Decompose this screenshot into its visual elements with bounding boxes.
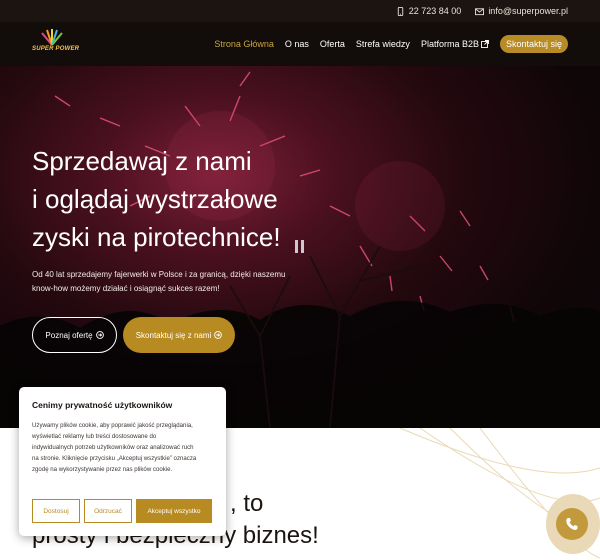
hero-lead-line-2: know-how możemy działać i osiągnąć sukce… xyxy=(32,284,220,293)
phone-number: 22 723 84 00 xyxy=(408,6,462,16)
external-link-icon xyxy=(481,40,489,48)
arrow-circle-icon xyxy=(214,331,223,339)
nav-item-knowledge[interactable]: Strefa wiedzy xyxy=(356,39,410,49)
cookie-title: Cenimy prywatność użytkowników xyxy=(32,400,173,410)
offer-button[interactable]: Poznaj ofertę xyxy=(32,317,117,353)
hero-title-line-1: Sprzedawaj z nami xyxy=(32,146,252,176)
envelope-icon xyxy=(475,7,485,15)
phone-handset-icon xyxy=(566,518,578,530)
firework-logo-icon xyxy=(41,29,63,45)
hero-title-line-2: i oglądaj wystrzałowe xyxy=(32,184,278,214)
cookie-text-line-4: na stronie. Kliknięcie przycisku „Akcept… xyxy=(32,455,197,462)
hero-title: Sprzedawaj z nami i oglądaj wystrzałowe … xyxy=(32,142,281,256)
top-contact-bar: 22 723 84 00 info@superpower.pl xyxy=(0,0,600,22)
hero-contact-button-label: Skontaktuj się z nami xyxy=(135,330,212,340)
email-link[interactable]: info@superpower.pl xyxy=(475,6,568,16)
nav-contact-button[interactable]: Skontaktuj się xyxy=(499,35,568,53)
hero-title-line-3: zyski na pirotechnice! xyxy=(32,222,281,252)
video-pause-button[interactable] xyxy=(295,240,305,254)
cookie-text-line-1: Używamy plików cookie, aby poprawić jako… xyxy=(32,422,193,429)
call-button-circle xyxy=(556,508,588,540)
nav-menu: Strona Główna O nas Oferta Strefa wiedzy… xyxy=(214,35,568,53)
hero-contact-button[interactable]: Skontaktuj się z nami xyxy=(123,317,235,353)
cookie-text-line-5: zgodę na wykorzystywanie przez nas plikó… xyxy=(32,466,173,473)
cookie-customize-button[interactable]: Dostosuj xyxy=(32,499,80,523)
cookie-consent-dialog: Cenimy prywatność użytkowników Używamy p… xyxy=(19,387,226,536)
nav-item-about[interactable]: O nas xyxy=(285,39,309,49)
hero-lead-line-1: Od 40 lat sprzedajemy fajerwerki w Polsc… xyxy=(32,270,286,279)
call-button[interactable] xyxy=(546,494,600,554)
email-address: info@superpower.pl xyxy=(488,6,568,16)
cookie-text-line-2: wyświetlać reklamy lub treści dostosowan… xyxy=(32,433,157,440)
pause-icon-bar xyxy=(301,240,304,253)
phone-icon xyxy=(397,6,403,16)
cookie-buttons: Dostosuj Odrzucać Akceptuj wszystko xyxy=(32,499,212,523)
cookie-text-line-3: indywidualnych potrzeb użytkowników oraz… xyxy=(32,444,194,451)
hero-section: Sprzedawaj z nami i oglądaj wystrzałowe … xyxy=(0,66,600,428)
cookie-reject-button[interactable]: Odrzucać xyxy=(84,499,132,523)
offer-button-label: Poznaj ofertę xyxy=(45,330,93,340)
phone-link[interactable]: 22 723 84 00 xyxy=(396,6,462,16)
main-navigation: SUPER POWER Strona Główna O nas Oferta S… xyxy=(0,22,600,66)
nav-item-b2b[interactable]: Platforma B2B xyxy=(421,39,489,49)
hero-lead: Od 40 lat sprzedajemy fajerwerki w Polsc… xyxy=(32,268,332,296)
logo-text: SUPER POWER xyxy=(32,46,80,52)
arrow-circle-icon xyxy=(95,331,104,339)
nav-item-b2b-label: Platforma B2B xyxy=(420,39,479,49)
nav-item-offer[interactable]: Oferta xyxy=(320,39,345,49)
nav-item-home[interactable]: Strona Główna xyxy=(214,39,274,49)
super-power-logo[interactable]: SUPER POWER xyxy=(32,29,79,59)
cookie-text: Używamy plików cookie, aby poprawić jako… xyxy=(32,420,213,475)
pause-icon xyxy=(295,240,298,253)
cookie-accept-all-button[interactable]: Akceptuj wszystko xyxy=(136,499,212,523)
